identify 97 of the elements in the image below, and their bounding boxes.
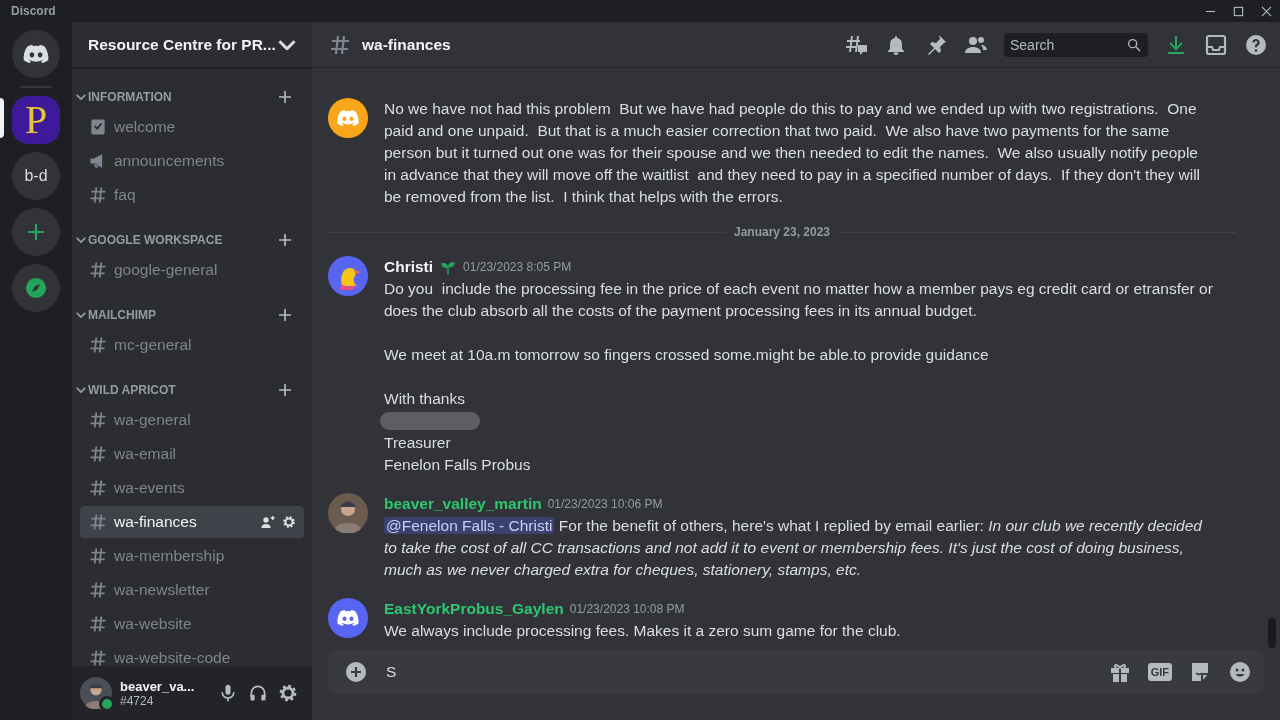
mic-icon[interactable]: [218, 683, 238, 703]
hash-icon: [88, 444, 108, 464]
hash-icon: [88, 410, 108, 430]
message-text: We always include processing fees. Makes it a zero sum game for the club.: [384, 621, 902, 641]
channel-name: mc-general: [114, 336, 193, 354]
hash-icon: [88, 648, 108, 666]
add-attachment-icon[interactable]: [344, 660, 368, 684]
channel-item[interactable]: welcome: [80, 111, 304, 143]
compass-icon: [24, 276, 48, 300]
channel-item[interactable]: announcements: [80, 145, 304, 177]
channel-name: faq: [114, 186, 137, 204]
message-text: Do you include the processing fee in the price of each event no matter how a member pays eg credit card or etransfer or does the club absorb all the costs of the payment processing fees in its annual budget.: [384, 279, 1214, 321]
channel-name: wa-events: [114, 479, 186, 497]
date-divider: January 23, 2023: [733, 225, 831, 239]
timestamp: 01/23/2023 8:05 PM: [463, 260, 572, 274]
channel-item[interactable]: wa-events: [80, 472, 304, 504]
plus-icon[interactable]: [276, 88, 294, 106]
message-text: Fenelon Falls Probus: [384, 455, 532, 475]
channel-item[interactable]: mc-general: [80, 329, 304, 361]
hash-icon: [88, 185, 108, 205]
username: beaver_va...: [120, 678, 196, 694]
channel-item[interactable]: faq: [80, 179, 304, 211]
hash-icon: [88, 478, 108, 498]
settings-icon[interactable]: [282, 515, 296, 529]
settings-icon[interactable]: [278, 683, 298, 703]
channel-item[interactable]: google-general: [80, 254, 304, 286]
hash-icon: [88, 614, 108, 634]
help-icon[interactable]: [1244, 32, 1268, 57]
add-server-button[interactable]: [12, 208, 60, 256]
channel-title: wa-finances: [362, 35, 452, 54]
emoji-icon[interactable]: [1228, 660, 1252, 684]
search-icon: [1126, 36, 1142, 53]
server-icon[interactable]: b-d: [12, 152, 60, 200]
server-icon[interactable]: P: [12, 96, 60, 144]
category-header[interactable]: INFORMATION: [88, 90, 276, 104]
channel-item[interactable]: wa-finances: [80, 506, 304, 538]
plus-icon[interactable]: [276, 231, 294, 249]
user-tag: #4724: [120, 693, 210, 708]
home-button[interactable]: [12, 30, 60, 78]
chevron-icon: [278, 39, 296, 50]
message-text: Treasurer: [384, 433, 452, 453]
chevron-icon[interactable]: [76, 94, 86, 100]
category-header[interactable]: WILD APRICOT: [88, 383, 276, 397]
chevron-icon[interactable]: [76, 387, 86, 393]
message-text: No we have not had this problem But we have had people do this to pay and we ended up with two registrations. One paid and one unpaid. But that is a much easier correction that two paid. We also have two payments for the same person but it turned out one was for their spouse and we then needed to edit the names. We also usually notify people in advance that they will move off the waitlist and they need to pay in a specified number of days. If they don't they will be removed from the list. I think that helps with the errors.: [384, 99, 1202, 207]
channel-name: wa-newsletter: [114, 581, 211, 599]
chevron-icon[interactable]: [76, 312, 86, 318]
plus-icon[interactable]: [276, 381, 294, 399]
maximize-icon[interactable]: [1232, 5, 1244, 17]
channel-name: google-general: [114, 261, 219, 279]
channel-item[interactable]: wa-general: [80, 404, 304, 436]
search-field[interactable]: Search: [1004, 32, 1148, 57]
user-mention[interactable]: @Fenelon Falls - Christi: [384, 517, 555, 534]
hash-icon: [88, 580, 108, 600]
channel-item[interactable]: wa-membership: [80, 540, 304, 572]
channel-name: wa-website: [114, 615, 193, 633]
invite-icon[interactable]: [260, 514, 276, 530]
hash-icon: [88, 260, 108, 280]
inbox-icon[interactable]: [1204, 32, 1228, 57]
channel-name: wa-website-code: [114, 649, 232, 666]
channel-item[interactable]: wa-website-code: [80, 642, 304, 666]
message-input[interactable]: S GIF: [328, 650, 1264, 694]
author-name[interactable]: Christi: [384, 258, 434, 276]
message-text: @Fenelon Falls - Christi For the benefit of others, here's what I replied by email earlier: In our club we recently decided to take the cost of all CC transactions and not add it to event or membership fees. It's just the cost of doing business, much as we never charged extra for cheques, stationery, stamps, etc.: [384, 516, 1204, 580]
discord-avatar[interactable]: [328, 98, 368, 138]
author-name[interactable]: EastYorkProbus_Gaylen: [384, 600, 564, 618]
message-text: We meet at 10a.m tomorrow so fingers crossed some.might be able.to provide guidance: [384, 345, 990, 365]
headphones-icon[interactable]: [248, 683, 268, 703]
message-text: With thanks: [384, 389, 466, 409]
app-title: Discord: [11, 4, 57, 18]
close-icon[interactable]: [1260, 5, 1272, 17]
channel-name: wa-finances: [114, 513, 198, 531]
rules-channel-icon: [88, 117, 108, 137]
category-header[interactable]: GOOGLE WORKSPACE: [88, 233, 276, 247]
explore-button[interactable]: [12, 264, 60, 312]
timestamp: 01/23/2023 10:06 PM: [547, 497, 663, 511]
bird-avatar[interactable]: [328, 256, 368, 296]
category-header[interactable]: MAILCHIMP: [88, 308, 276, 322]
timestamp: 01/23/2023 10:08 PM: [569, 602, 685, 616]
channel-name: wa-general: [114, 411, 192, 429]
scrollbar[interactable]: [1268, 618, 1276, 648]
discord-avatar[interactable]: [328, 598, 368, 638]
server-name: Resource Centre for PR...: [88, 35, 276, 54]
author-name[interactable]: beaver_valley_martin: [384, 495, 542, 513]
channel-item[interactable]: wa-website: [80, 608, 304, 640]
gif-button[interactable]: GIF: [1147, 663, 1172, 681]
channel-name: wa-email: [114, 445, 177, 463]
channel-name: announcements: [114, 152, 226, 170]
channel-item[interactable]: wa-email: [80, 438, 304, 470]
hash-icon: [88, 512, 108, 532]
chevron-icon[interactable]: [76, 237, 86, 243]
plus-icon[interactable]: [276, 306, 294, 324]
channel-name: welcome: [114, 118, 177, 136]
channel-item[interactable]: wa-newsletter: [80, 574, 304, 606]
channel-name: wa-membership: [114, 547, 226, 565]
hash-icon: [88, 335, 108, 355]
hash-icon: [88, 546, 108, 566]
